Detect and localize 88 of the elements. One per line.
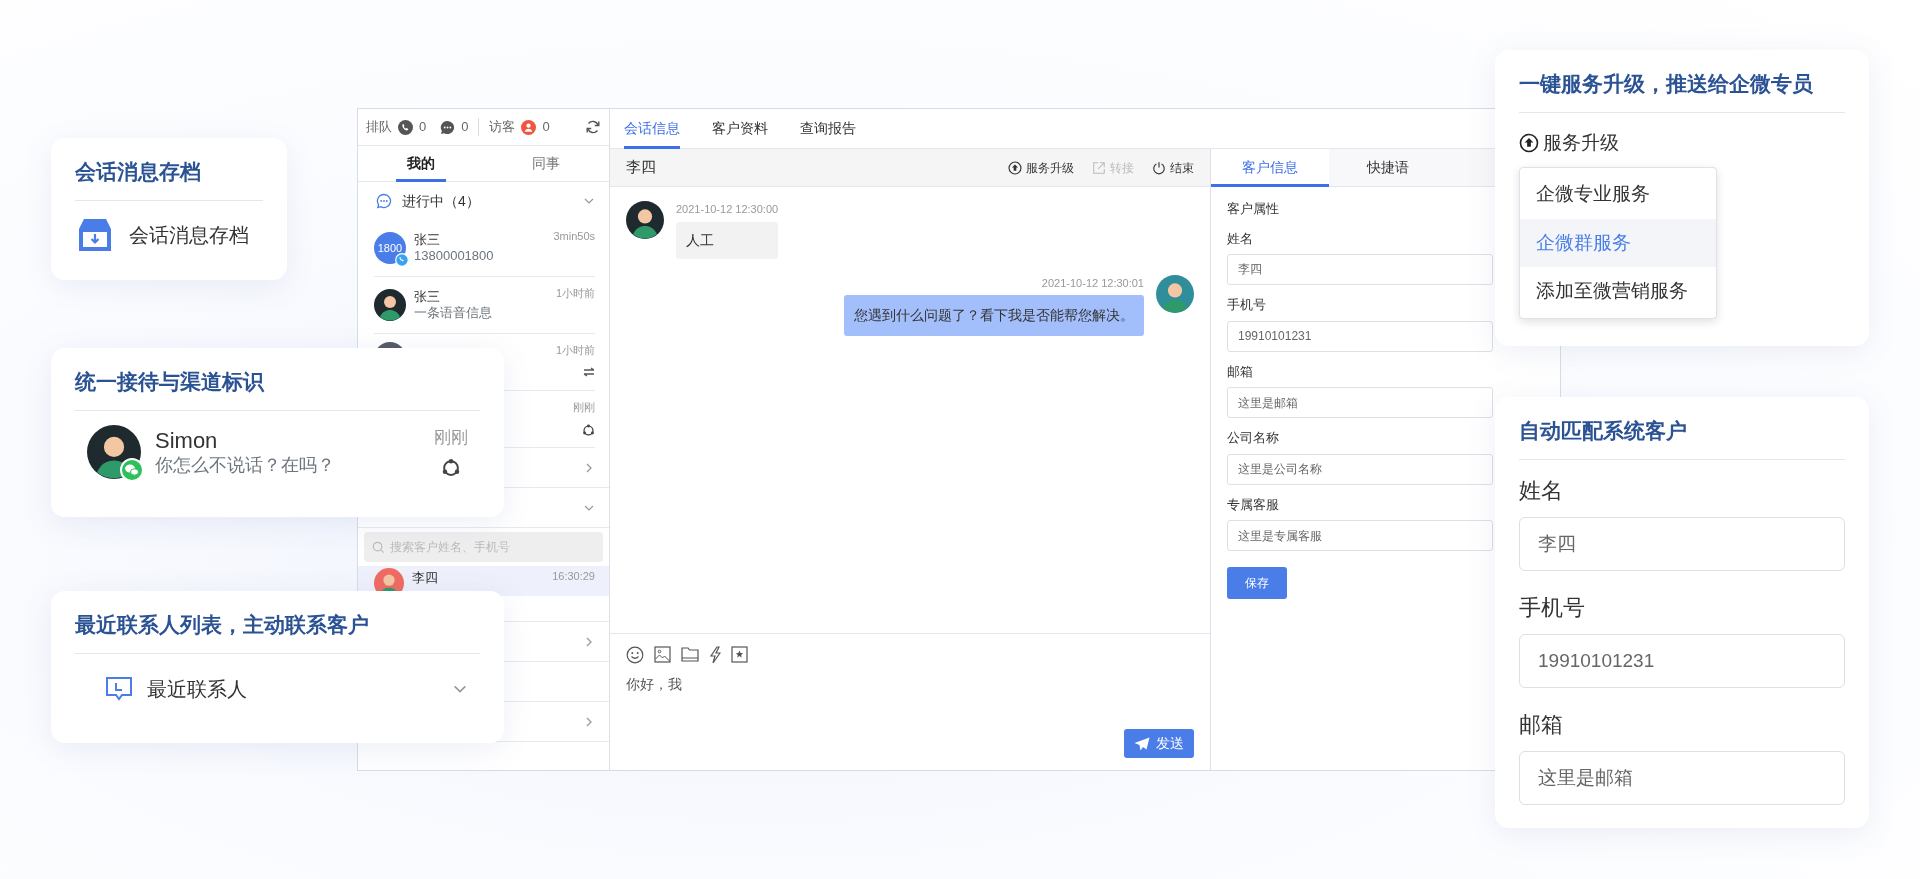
timestamp: 16:30:29	[552, 569, 595, 584]
list-tab[interactable]: 同事	[483, 146, 609, 181]
input-field[interactable]: 这里是邮箱	[1227, 387, 1493, 418]
contact-row[interactable]: 李四 16:30:29	[358, 566, 609, 596]
chat-dots-icon	[376, 193, 392, 209]
field-label: 姓名	[1519, 476, 1564, 505]
timestamp: 1小时前	[555, 286, 595, 301]
lightning-icon[interactable]	[709, 646, 721, 664]
message-preview: 13800001800	[414, 248, 495, 265]
ring-icon	[582, 423, 595, 437]
avatar	[1156, 274, 1194, 313]
message-bubble: 人工	[676, 221, 779, 259]
field-label: 姓名	[1227, 229, 1253, 248]
menu-item[interactable]: 企微群服务	[1520, 218, 1716, 267]
person-icon	[521, 119, 537, 135]
message-preview: 一条语音信息	[414, 305, 493, 322]
ring-icon	[441, 458, 461, 479]
queue-label: 排队	[366, 118, 392, 137]
folder-icon[interactable]	[681, 646, 699, 662]
avatar: 1800	[374, 232, 406, 264]
input-field[interactable]: 19910101231	[1519, 633, 1845, 688]
chat-tab[interactable]: 会话信息	[624, 109, 680, 148]
power-icon	[1152, 160, 1166, 175]
send-button[interactable]: 发送	[1124, 729, 1194, 758]
contact-name: Simon	[155, 426, 219, 454]
field-label: 手机号	[1227, 296, 1266, 314]
field-label: 专属客服	[1227, 495, 1279, 514]
section-label: 客户属性	[1227, 200, 1280, 218]
group-label: 进行中（4）	[402, 191, 480, 211]
input-field[interactable]: 19910101231	[1227, 320, 1493, 352]
field-label: 邮箱	[1519, 710, 1564, 739]
conversation-title: 李四	[626, 157, 656, 178]
message-time: 2021-10-12 12:30:01	[1041, 275, 1144, 291]
refresh-icon[interactable]	[585, 119, 601, 135]
message-preview: 你怎么不说话？在吗？	[155, 454, 336, 477]
timestamp: 刚刚	[573, 400, 595, 415]
contact-list-icon	[105, 675, 133, 702]
phone-count: 0	[419, 118, 427, 137]
end-action[interactable]: 结束	[1152, 158, 1194, 177]
smiley-icon[interactable]	[626, 646, 644, 664]
paper-plane-icon	[1134, 736, 1150, 751]
input-field[interactable]: 这里是专属客服	[1227, 520, 1493, 551]
input-field[interactable]: 李四	[1227, 254, 1493, 285]
contact-name: 李四	[412, 569, 439, 587]
swap-arrows-icon	[583, 366, 595, 377]
card-title: 统一接待与渠道标识	[75, 366, 480, 411]
list-tab[interactable]: 我的	[358, 146, 484, 181]
field-label: 手机号	[1519, 593, 1586, 622]
card-title: 会话消息存档	[75, 156, 263, 201]
upgrade-icon	[1519, 132, 1539, 153]
message-bubble: 您遇到什么问题了？看下我是否能帮您解决。	[844, 295, 1144, 336]
card-title: 最近联系人列表，主动联系客户	[75, 609, 480, 654]
menu-item[interactable]: 企微专业服务	[1520, 170, 1716, 219]
phone-icon	[398, 119, 413, 135]
share-icon	[1092, 160, 1106, 175]
timestamp: 3min50s	[553, 229, 595, 244]
archive-label: 会话消息存档	[129, 222, 249, 248]
upgrade-trigger[interactable]: 服务升级	[1519, 128, 1845, 157]
card-title: 自动匹配系统客户	[1519, 415, 1845, 460]
avatar	[626, 201, 664, 239]
recent-contacts-label: 最近联系人	[147, 676, 248, 702]
info-tab[interactable]: 快捷语	[1329, 149, 1447, 186]
input-field[interactable]: 李四	[1519, 516, 1845, 571]
contact-name: 张三	[414, 288, 441, 305]
upgrade-icon	[1008, 160, 1022, 175]
search-icon	[372, 541, 385, 554]
save-button[interactable]: 保存	[1227, 567, 1287, 599]
chat-count: 0	[461, 118, 469, 137]
timestamp: 刚刚	[434, 426, 468, 449]
field-label: 邮箱	[1227, 362, 1253, 381]
timestamp: 1小时前	[555, 343, 595, 358]
image-icon[interactable]	[654, 646, 671, 663]
message-time: 2021-10-12 12:30:00	[676, 202, 779, 217]
menu-item[interactable]: 添加至微营销服务	[1520, 267, 1716, 316]
chat-bubble-icon	[440, 119, 456, 135]
info-tab[interactable]: 客户信息	[1211, 149, 1329, 186]
card-title: 一键服务升级，推送给企微专员	[1519, 68, 1845, 113]
field-label: 公司名称	[1227, 429, 1279, 447]
avatar	[374, 289, 406, 321]
visitor-label: 访客	[489, 118, 516, 137]
input-field[interactable]: 这里是公司名称	[1227, 453, 1493, 485]
visitor-count: 0	[542, 118, 550, 137]
chat-badge-icon	[120, 457, 144, 482]
chat-tab[interactable]: 客户资料	[712, 109, 768, 148]
chat-tab[interactable]: 查询报告	[800, 109, 856, 148]
contact-name: 张三	[414, 231, 441, 248]
input-field[interactable]: 这里是邮箱	[1519, 750, 1845, 805]
upgrade-action[interactable]: 服务升级	[1008, 158, 1074, 177]
